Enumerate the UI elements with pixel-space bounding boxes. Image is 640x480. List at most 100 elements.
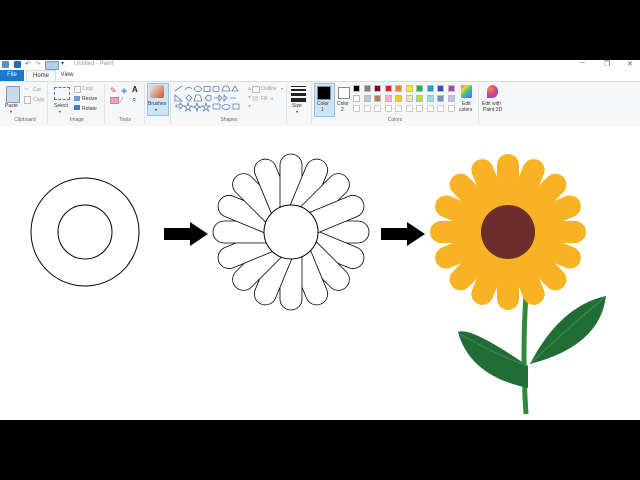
paste-icon[interactable]: [6, 86, 20, 103]
edit-colors-label-2[interactable]: colors: [459, 107, 472, 113]
custom-palette-swatch[interactable]: [374, 105, 381, 112]
palette-swatch[interactable]: [447, 85, 455, 92]
palette-swatch[interactable]: [384, 85, 392, 92]
shapes-gallery[interactable]: [174, 85, 246, 115]
edit-colors-icon[interactable]: [461, 85, 472, 98]
flower-center: [481, 205, 535, 259]
color1-number[interactable]: 1: [321, 107, 324, 113]
brushes-dropdown-icon[interactable]: ▾: [155, 107, 157, 112]
tools-group-label: Tools: [119, 117, 131, 123]
size-dropdown-icon[interactable]: ▾: [296, 109, 298, 114]
undo-icon[interactable]: ↶: [25, 61, 32, 68]
select-dropdown-icon[interactable]: ▾: [59, 109, 61, 114]
custom-palette-swatch[interactable]: [437, 105, 444, 112]
paint3d-icon[interactable]: [487, 85, 498, 98]
fill-button[interactable]: Fill: [261, 96, 267, 102]
tab-home[interactable]: Home: [26, 70, 56, 81]
quick-access-dropdown-icon[interactable]: ▾: [61, 61, 68, 68]
custom-palette-swatch[interactable]: [426, 105, 434, 112]
ribbon-tabs: File Home View: [0, 70, 640, 81]
quick-access-customize-icon[interactable]: [45, 61, 59, 70]
cut-button[interactable]: Cut: [33, 87, 41, 93]
palette-swatch[interactable]: [353, 85, 360, 92]
bottom-letterbox: [0, 420, 640, 480]
clipboard-group-label: Clipboard: [14, 117, 36, 123]
palette-swatch[interactable]: [405, 95, 413, 102]
custom-palette-swatch[interactable]: [353, 105, 360, 112]
rotate-button[interactable]: Rotate: [82, 106, 97, 112]
shapes-expand-icon[interactable]: ▾: [248, 103, 251, 110]
save-icon[interactable]: [14, 61, 21, 68]
outlined-flower: [212, 153, 370, 311]
flower-stem: [521, 293, 529, 415]
size-icon[interactable]: [291, 86, 306, 102]
palette-swatch[interactable]: [363, 95, 371, 102]
palette-swatch[interactable]: [426, 95, 434, 102]
minimize-button[interactable]: ─: [580, 60, 585, 67]
drawing-canvas[interactable]: [0, 126, 640, 420]
palette-swatch[interactable]: [416, 85, 423, 92]
cut-icon[interactable]: ✂: [24, 86, 29, 93]
palette-swatch[interactable]: [395, 95, 402, 102]
palette-swatch[interactable]: [353, 95, 360, 102]
custom-palette-swatch[interactable]: [416, 105, 423, 112]
eraser-icon[interactable]: [110, 97, 119, 104]
custom-palette-swatch[interactable]: [405, 105, 413, 112]
ribbon-divider: [47, 84, 48, 124]
resize-button[interactable]: Resize: [82, 96, 97, 102]
paint-app-icon: [2, 61, 9, 68]
color-palette: [353, 85, 463, 115]
palette-swatch[interactable]: [395, 85, 402, 92]
palette-swatch[interactable]: [447, 95, 455, 102]
custom-palette-swatch[interactable]: [363, 105, 371, 112]
ribbon-divider: [170, 84, 171, 124]
select-icon[interactable]: [54, 87, 70, 100]
copy-button[interactable]: Copy: [33, 97, 45, 103]
copy-icon[interactable]: [24, 96, 31, 104]
pencil-icon[interactable]: ✎: [110, 86, 117, 95]
palette-swatch[interactable]: [363, 85, 371, 92]
palette-swatch[interactable]: [416, 95, 423, 102]
color2-swatch[interactable]: [338, 87, 350, 99]
shapes-scroll-down-icon[interactable]: ▾: [248, 94, 251, 101]
colored-flower: [430, 154, 606, 415]
resize-icon[interactable]: [74, 96, 80, 101]
paint3d-label-2[interactable]: Paint 3D: [483, 107, 502, 113]
outline-button[interactable]: Outline: [261, 86, 277, 92]
palette-swatch[interactable]: [374, 95, 381, 102]
palette-swatch[interactable]: [426, 85, 434, 92]
magnifier-icon[interactable]: ⌕: [132, 95, 136, 105]
restore-button[interactable]: ❐: [604, 60, 610, 68]
tab-view[interactable]: View: [56, 70, 78, 81]
palette-swatch[interactable]: [437, 85, 444, 92]
outline-dropdown-icon[interactable]: ▾: [281, 86, 283, 91]
custom-palette-swatch[interactable]: [447, 105, 455, 112]
colors-group-label: Colors: [387, 117, 403, 123]
fill-icon[interactable]: [252, 96, 258, 101]
brush-icon[interactable]: [150, 85, 164, 98]
crop-button[interactable]: Crop: [82, 86, 93, 92]
outline-icon[interactable]: [252, 86, 260, 93]
custom-palette-swatch[interactable]: [384, 105, 392, 112]
tab-file[interactable]: File: [0, 70, 24, 81]
color1-swatch[interactable]: [317, 86, 331, 100]
color2-number[interactable]: 2: [341, 107, 344, 113]
shapes-scroll-up-icon[interactable]: ▴: [248, 85, 251, 92]
palette-swatch[interactable]: [384, 95, 392, 102]
paste-dropdown-icon[interactable]: ▾: [10, 109, 12, 114]
fill-dropdown-icon[interactable]: ▾: [271, 96, 273, 101]
color-picker-icon[interactable]: ⁄: [121, 96, 122, 105]
left-leaf: [458, 331, 528, 388]
close-button[interactable]: ✕: [627, 60, 633, 68]
redo-icon[interactable]: ↷: [35, 61, 42, 68]
ribbon-divider: [144, 84, 145, 124]
palette-swatch[interactable]: [405, 85, 413, 92]
crop-icon[interactable]: [74, 86, 81, 93]
rotate-icon[interactable]: [74, 105, 80, 110]
fill-bucket-icon[interactable]: ◈: [121, 86, 127, 95]
palette-swatch[interactable]: [374, 85, 381, 92]
custom-palette-swatch[interactable]: [395, 105, 402, 112]
palette-swatch[interactable]: [437, 95, 444, 102]
text-icon[interactable]: A: [132, 85, 138, 94]
brushes-label[interactable]: Brushes: [148, 101, 166, 107]
